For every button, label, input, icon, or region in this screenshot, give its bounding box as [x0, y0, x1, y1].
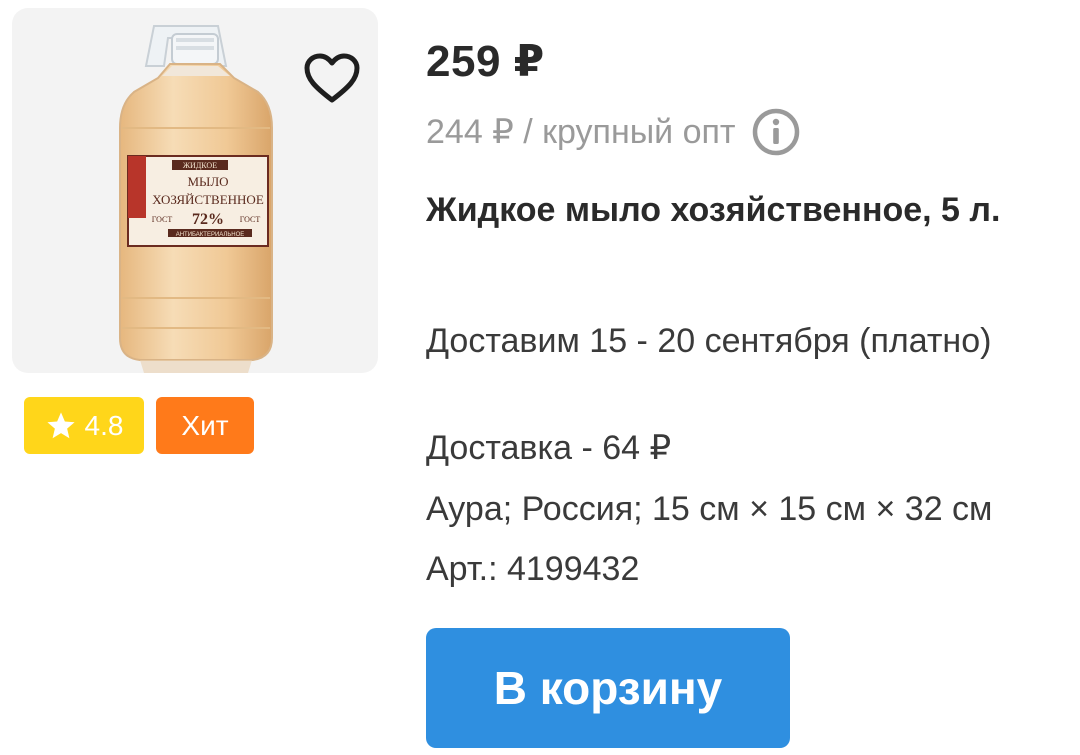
product-image[interactable]: ЖИДКОЕ МЫЛО ХОЗЯЙСТВЕННОЕ ГОСТ 72% ГОСТ …	[12, 8, 378, 373]
label-gost-left: ГОСТ	[152, 215, 173, 224]
add-to-cart-button[interactable]: В корзину	[426, 628, 790, 748]
label-line1: МЫЛО	[187, 174, 228, 189]
wholesale-price-row: 244 ₽ / крупный опт	[426, 108, 800, 156]
label-gost-right: ГОСТ	[240, 215, 261, 224]
hit-badge: Хит	[156, 397, 254, 454]
rating-badge: 4.8	[24, 397, 144, 454]
product-specs: Аура; Россия; 15 см × 15 см × 32 см	[426, 490, 993, 528]
label-antibac: АНТИБАКТЕРИАЛЬНОЕ	[176, 232, 245, 238]
hit-badge-label: Хит	[181, 409, 229, 441]
product-price: 259 ₽	[426, 37, 545, 86]
product-title[interactable]: Жидкое мыло хозяйственное, 5 л.	[426, 186, 1026, 234]
star-icon	[46, 411, 75, 438]
wholesale-price: 244 ₽ / крупный опт	[426, 113, 736, 151]
favorite-button[interactable]	[300, 48, 364, 108]
rating-value: 4.8	[84, 409, 124, 441]
product-card[interactable]: ЖИДКОЕ МЫЛО ХОЗЯЙСТВЕННОЕ ГОСТ 72% ГОСТ …	[0, 0, 1080, 755]
info-button[interactable]	[752, 108, 800, 156]
label-line2: ХОЗЯЙСТВЕННОЕ	[152, 192, 264, 207]
label-percent: 72%	[192, 211, 224, 228]
info-icon	[752, 108, 799, 156]
heart-outline-icon	[304, 53, 360, 103]
badge-row: 4.8 Хит	[24, 397, 254, 454]
delivery-dates: Доставим 15 - 20 сентября (платно)	[426, 322, 992, 360]
delivery-cost: Доставка - 64 ₽	[426, 429, 672, 467]
product-article: Арт.: 4199432	[426, 550, 640, 588]
label-top-text: ЖИДКОЕ	[183, 161, 217, 170]
